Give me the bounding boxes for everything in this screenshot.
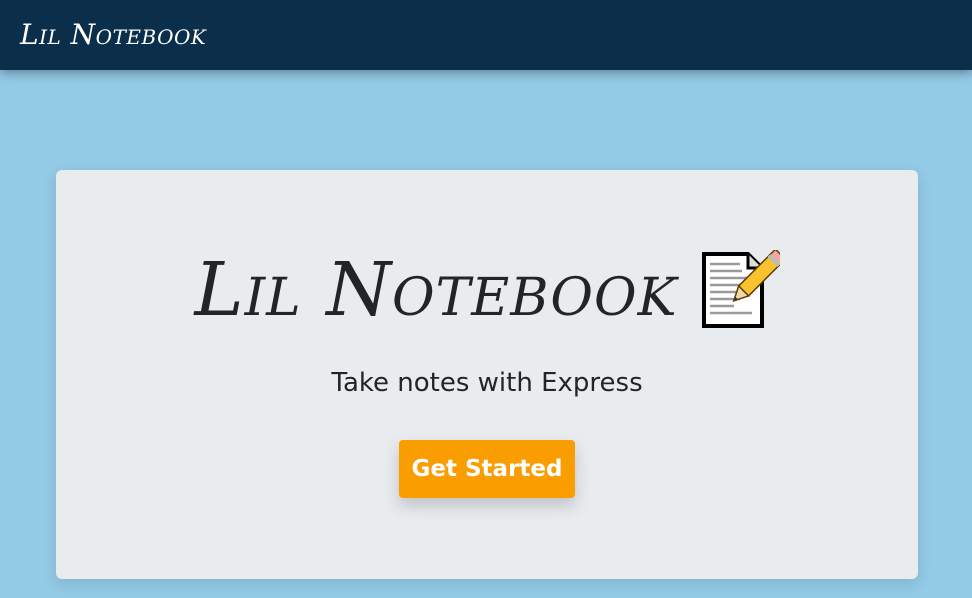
get-started-button[interactable]: Get Started	[399, 440, 575, 498]
hero-card: Lil Notebook Take notes with Express Get…	[56, 170, 918, 579]
memo-icon	[701, 250, 780, 328]
hero-title: Lil Notebook	[56, 250, 918, 330]
hero-title-text: Lil Notebook	[194, 247, 678, 333]
navbar-brand[interactable]: Lil Notebook	[20, 21, 206, 49]
top-navbar: Lil Notebook	[0, 0, 972, 70]
hero-subtitle: Take notes with Express	[331, 368, 643, 398]
